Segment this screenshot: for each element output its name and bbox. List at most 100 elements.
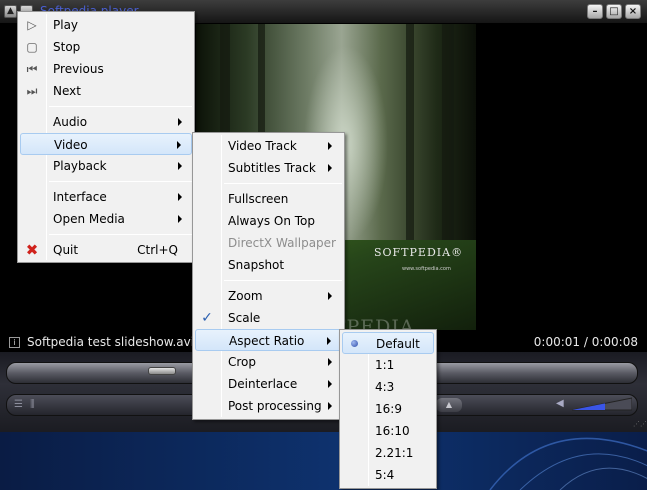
submenu-arrow-icon (178, 193, 182, 201)
menu-item-scale[interactable]: ✓ Scale (195, 307, 342, 329)
menu-item-label: Video Track (228, 139, 297, 153)
submenu-arrow-icon (177, 141, 181, 149)
video-watermark: SOFTPEDIA® (374, 246, 464, 259)
menu-separator (224, 280, 342, 281)
menu-item-aspect-default[interactable]: Default (342, 332, 434, 354)
desktop-decoration (430, 432, 647, 490)
file-name: Softpedia test slideshow.avi (27, 335, 195, 349)
menu-item-aspect-2-21-1[interactable]: 2.21:1 (342, 442, 434, 464)
menu-item-label: Default (376, 337, 420, 351)
menu-item-snapshot[interactable]: Snapshot (195, 254, 342, 276)
next-icon: ⏭ (26, 84, 38, 98)
submenu-arrow-icon (178, 215, 182, 223)
checkmark-icon: ✓ (201, 310, 213, 326)
menu-separator (49, 181, 192, 182)
info-icon[interactable]: i (9, 337, 20, 348)
menu-separator (224, 183, 342, 184)
menu-item-label: Aspect Ratio (229, 334, 305, 348)
menu-item-aspect-5-4[interactable]: 5:4 (342, 464, 434, 486)
play-icon: ▷ (27, 18, 37, 32)
menu-item-label: Stop (53, 40, 81, 54)
menu-item-shortcut: Ctrl+Q (137, 243, 178, 257)
menu-item-next[interactable]: ⏭ Next (20, 80, 192, 102)
menu-item-crop[interactable]: Crop (195, 351, 342, 373)
submenu-arrow-icon (328, 292, 332, 300)
menu-item-label: Audio (53, 115, 88, 129)
menu-item-aspect-16-9[interactable]: 16:9 (342, 398, 434, 420)
menu-item-label: 16:10 (375, 424, 410, 438)
volume-graphic (572, 397, 632, 411)
menu-item-label: 16:9 (375, 402, 402, 416)
minimize-button[interactable]: – (587, 4, 603, 19)
menu-item-label: Quit (53, 243, 79, 257)
stop-icon: ▢ (26, 40, 38, 54)
close-button[interactable]: × (625, 4, 641, 19)
menu-item-previous[interactable]: ⏮ Previous (20, 58, 192, 80)
menu-item-play[interactable]: ▷ Play (20, 14, 192, 36)
video-submenu: Video Track Subtitles Track Fullscreen A… (192, 132, 345, 420)
menu-item-label: Video (54, 138, 88, 152)
volume-slider[interactable] (572, 396, 632, 412)
menu-item-always-on-top[interactable]: Always On Top (195, 210, 342, 232)
radio-selected-icon (351, 340, 358, 347)
menu-item-label: Next (53, 84, 81, 98)
menu-item-quit[interactable]: ✖ Quit Ctrl+Q (20, 239, 192, 261)
submenu-arrow-icon (328, 142, 332, 150)
menu-item-aspect-16-10[interactable]: 16:10 (342, 420, 434, 442)
submenu-arrow-icon (328, 402, 332, 410)
submenu-arrow-icon (328, 380, 332, 388)
volume-icon[interactable]: ◀ (556, 398, 564, 409)
menu-item-label: Open Media (53, 212, 125, 226)
menu-item-label: Scale (228, 311, 261, 325)
menu-item-zoom[interactable]: Zoom (195, 285, 342, 307)
menu-item-label: Snapshot (228, 258, 285, 272)
menu-item-label: Previous (53, 62, 104, 76)
menu-item-label: Zoom (228, 289, 263, 303)
menu-item-label: Playback (53, 159, 107, 173)
playlist-toggle-icon[interactable]: ☰ ⫼ (14, 399, 66, 411)
menu-item-audio[interactable]: Audio (20, 111, 192, 133)
video-watermark-url: www.softpedia.com (402, 266, 451, 272)
previous-icon: ⏮ (26, 62, 38, 76)
menu-item-interface[interactable]: Interface (20, 186, 192, 208)
aspect-ratio-submenu: Default 1:1 4:3 16:9 16:10 2.21:1 5:4 (339, 329, 437, 489)
menu-item-label: Post processing (228, 399, 322, 413)
submenu-arrow-icon (327, 337, 331, 345)
menu-item-aspect-ratio[interactable]: Aspect Ratio (195, 329, 342, 351)
menu-item-label: 4:3 (375, 380, 395, 394)
menu-separator (49, 106, 192, 107)
menu-item-post-processing[interactable]: Post processing (195, 395, 342, 417)
menu-item-label: Fullscreen (228, 192, 289, 206)
menu-item-aspect-4-3[interactable]: 4:3 (342, 376, 434, 398)
menu-item-label: Deinterlace (228, 377, 298, 391)
menu-item-label: DirectX Wallpaper (228, 236, 336, 250)
seek-handle[interactable] (148, 367, 176, 375)
eject-icon[interactable]: ▲ (436, 398, 462, 412)
menu-item-video[interactable]: Video (20, 133, 192, 155)
menu-item-playback[interactable]: Playback (20, 155, 192, 177)
menu-item-label: 1:1 (375, 358, 395, 372)
menu-item-label: Crop (228, 355, 257, 369)
menu-item-aspect-1-1[interactable]: 1:1 (342, 354, 434, 376)
submenu-arrow-icon (328, 164, 332, 172)
submenu-arrow-icon (178, 118, 182, 126)
menu-item-label: 5:4 (375, 468, 395, 482)
menu-item-stop[interactable]: ▢ Stop (20, 36, 192, 58)
context-menu: ▷ Play ▢ Stop ⏮ Previous ⏭ Next Audio Vi… (17, 11, 195, 263)
quit-icon: ✖ (25, 241, 39, 259)
menu-item-deinterlace[interactable]: Deinterlace (195, 373, 342, 395)
maximize-button[interactable]: □ (606, 4, 622, 19)
menu-item-subtitles-track[interactable]: Subtitles Track (195, 157, 342, 179)
menu-item-fullscreen[interactable]: Fullscreen (195, 188, 342, 210)
menu-item-video-track[interactable]: Video Track (195, 135, 342, 157)
menu-icon[interactable]: ▲ (4, 5, 17, 18)
screen: ▲ Softpedia player – □ × SOFTPEDIA® www.… (0, 0, 647, 490)
submenu-arrow-icon (328, 358, 332, 366)
menu-item-label: Subtitles Track (228, 161, 316, 175)
menu-item-label: Interface (53, 190, 107, 204)
resize-grip[interactable]: ⋰⋰ (633, 420, 647, 430)
menu-item-label: 2.21:1 (375, 446, 414, 460)
menu-item-directx-wallpaper: DirectX Wallpaper (195, 232, 342, 254)
menu-item-open-media[interactable]: Open Media (20, 208, 192, 230)
time-display: 0:00:01 / 0:00:08 (533, 335, 638, 349)
